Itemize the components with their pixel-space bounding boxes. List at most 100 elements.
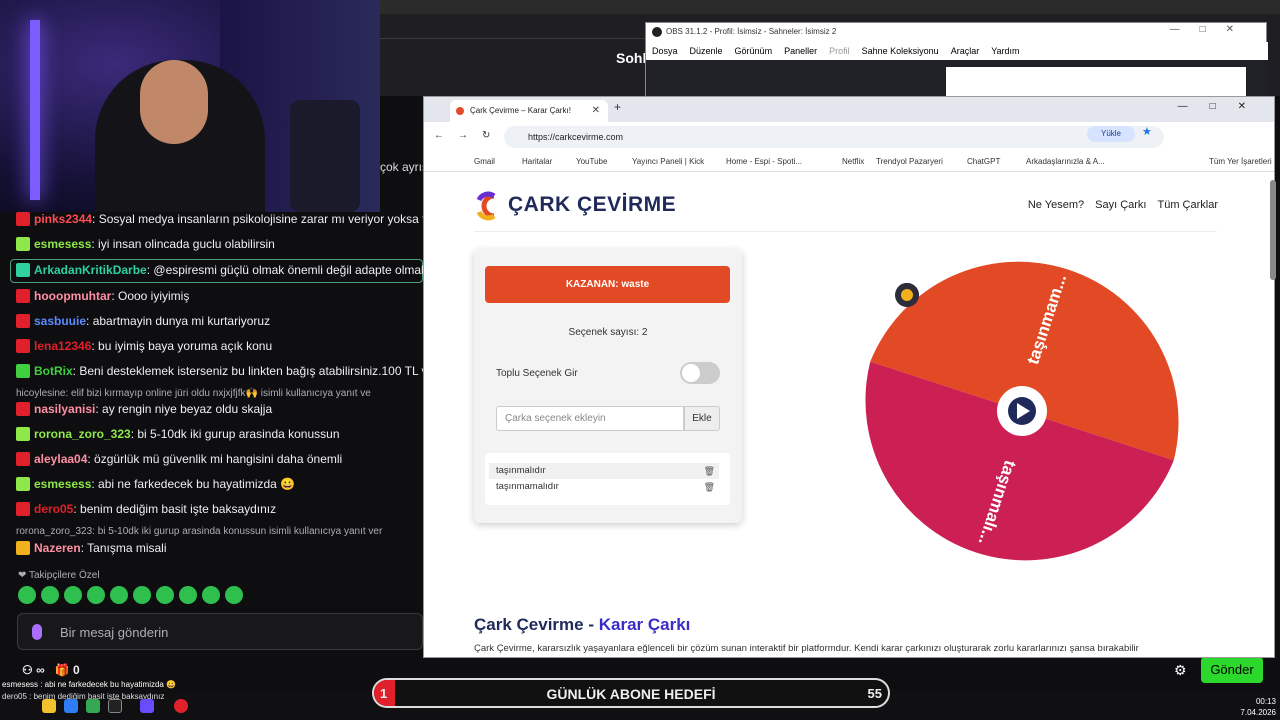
taskbar-app-icon[interactable] [174,699,188,713]
chat-username[interactable]: sasbuuie [34,314,86,328]
chat-username[interactable]: pinks2344 [34,212,92,226]
bookmark-item[interactable]: Gmail [474,157,495,166]
option-input[interactable]: Çarka seçenek ekleyin [496,406,684,431]
add-option-button[interactable]: Ekle [684,406,720,431]
obs-menu-item[interactable]: Yardım [991,42,1019,60]
chat-username[interactable]: hooopmuhtar [34,289,111,303]
chat-username[interactable]: dero05 [34,502,73,516]
emote-icon[interactable] [133,586,151,604]
taskbar-app-icon[interactable] [64,699,78,713]
emote-icon[interactable] [202,586,220,604]
decision-wheel[interactable]: taşınmam... taşınmalı... [862,251,1182,571]
reply-context[interactable]: rorona_zoro_323: bi 5-10dk iki gurup ara… [16,526,382,537]
chat-message: BotRix: Beni desteklemek isterseniz bu l… [16,360,423,382]
tab-close-icon[interactable]: ✕ [592,100,600,122]
emote-icon[interactable] [87,586,105,604]
badge-icon [16,212,30,226]
obs-menu-item[interactable]: Düzenle [690,42,723,60]
obs-menu-item[interactable]: Görünüm [735,42,773,60]
subscriber-goal-bar: 1 GÜNLÜK ABONE HEDEFİ 55 [372,678,890,708]
chat-username[interactable]: ArkadanKritikDarbe [34,263,147,277]
page-scrollbar[interactable] [1270,180,1276,280]
upload-button[interactable]: Yükle [1087,126,1135,142]
bookmark-item[interactable]: Netflix [842,157,864,166]
address-bar[interactable]: https://carkcevirme.com [504,126,1164,148]
obs-menu-item[interactable]: Sahne Koleksiyonu [862,42,939,60]
chat-username[interactable]: Nazeren [34,541,81,555]
bookmark-item[interactable]: Arkadaşlarınızla & A... [1026,157,1105,166]
bookmark-item[interactable]: ChatGPT [967,157,1000,166]
chat-username[interactable]: nasilyanisi [34,402,95,416]
emote-icon[interactable] [110,586,128,604]
heading-accent: Karar Çarkı [598,615,691,634]
bookmark-item[interactable]: Yayıncı Paneli | Kick [632,157,704,166]
badge-icon [16,289,30,303]
emote-bar[interactable] [18,586,243,604]
site-nav-link[interactable]: Ne Yesem? [1028,199,1084,211]
chat-message: rorona_zoro_323: bi 5-10dk iki gurup ara… [16,423,340,445]
chat-username[interactable]: esmesess [34,477,91,491]
emote-icon[interactable] [179,586,197,604]
taskbar-app-icon[interactable] [42,699,56,713]
chat-settings-gear-icon[interactable]: ⚙ [1174,662,1187,679]
chat-username[interactable]: BotRix [34,364,73,378]
bookmark-star-icon[interactable]: ★ [1142,125,1152,138]
microphone-icon[interactable] [32,624,42,640]
chat-text: : Beni desteklemek isterseniz bu linkten… [72,364,423,378]
obs-menu-item[interactable]: Araçlar [951,42,980,60]
nav-buttons[interactable]: ←→↻ [434,130,504,141]
browser-window-controls[interactable]: —□✕ [1178,101,1268,112]
bulk-entry-toggle[interactable] [680,362,720,384]
toggle-knob [682,364,700,382]
chat-username[interactable]: rorona_zoro_323 [34,427,131,441]
bookmark-item[interactable]: Tüm Yer İşaretleri [1209,157,1272,166]
obs-window-controls[interactable]: —□✕ [1170,24,1254,35]
bookmark-item[interactable]: YouTube [576,157,607,166]
emote-icon[interactable] [41,586,59,604]
chat-text: : bi 5-10dk iki gurup arasinda konussun [130,427,340,441]
obs-menu-item[interactable]: Paneller [784,42,817,60]
emote-icon[interactable] [156,586,174,604]
badge-icon [16,452,30,466]
taskbar-app-icon[interactable] [86,699,100,713]
site-nav: Ne Yesem? Sayı Çarkı Tüm Çarklar [1028,199,1218,211]
reply-context[interactable]: hicoylesine: elif bizi kırmayıp online j… [16,388,371,399]
bookmark-item[interactable]: Trendyol Pazaryeri [876,157,943,166]
chat-text: : özgürlük mü güvenlik mi hangisini daha… [87,452,343,466]
bookmark-item[interactable]: Haritalar [522,157,552,166]
chat-panel: pinks2344: Sosyal medya insanların psiko… [0,208,423,594]
obs-preview [646,60,1268,97]
trash-icon[interactable]: 🗑 [704,479,715,495]
send-button[interactable]: Gönder [1201,657,1263,683]
new-tab-plus-icon[interactable]: + [614,100,621,114]
chat-username[interactable]: lena12346 [34,339,91,353]
chat-username[interactable]: aleylaa04 [34,452,87,466]
option-list: taşınmalıdır 🗑 taşınmamalıdır 🗑 [485,453,730,505]
chat-input-placeholder: Bir mesaj gönderin [60,625,169,640]
gift-stat: 🎁 0 [54,663,80,677]
chat-message: hooopmuhtar: Oooo iyiyimiş [16,285,189,307]
subscriber-goal-title: GÜNLÜK ABONE HEDEFİ [546,686,716,702]
obs-menu-item[interactable]: Profil [829,42,850,60]
bookmark-item[interactable]: Home - Espi - Spoti... [726,157,802,166]
obs-menu-item[interactable]: Dosya [652,42,678,60]
emote-icon[interactable] [225,586,243,604]
site-nav-link[interactable]: Tüm Çarklar [1157,199,1218,211]
emote-icon[interactable] [64,586,82,604]
tab-carkcevirme[interactable]: Çark Çevirme – Karar Çarkı! ✕ [450,100,608,122]
taskbar-app-icon[interactable] [140,699,154,713]
badge-icon [16,402,30,416]
chat-message: dero05: benim dediğim basit işte baksayd… [16,498,276,520]
site-nav-link[interactable]: Sayı Çarkı [1095,199,1146,211]
chat-input[interactable]: Bir mesaj gönderin [17,613,423,650]
chat-username[interactable]: esmesess [34,237,91,251]
site-name: ÇARK ÇEVİRME [508,193,677,216]
option-label: taşınmamalıdır [496,481,559,492]
webcam-streamer-head [140,60,208,144]
taskbar-app-icon[interactable] [108,699,122,713]
trash-icon[interactable]: 🗑 [704,463,715,479]
tab-title: Çark Çevirme – Karar Çarkı! [470,106,571,115]
viewers-value: ∞ [36,663,45,677]
chat-text: : Tanışma misali [80,541,167,555]
emote-icon[interactable] [18,586,36,604]
